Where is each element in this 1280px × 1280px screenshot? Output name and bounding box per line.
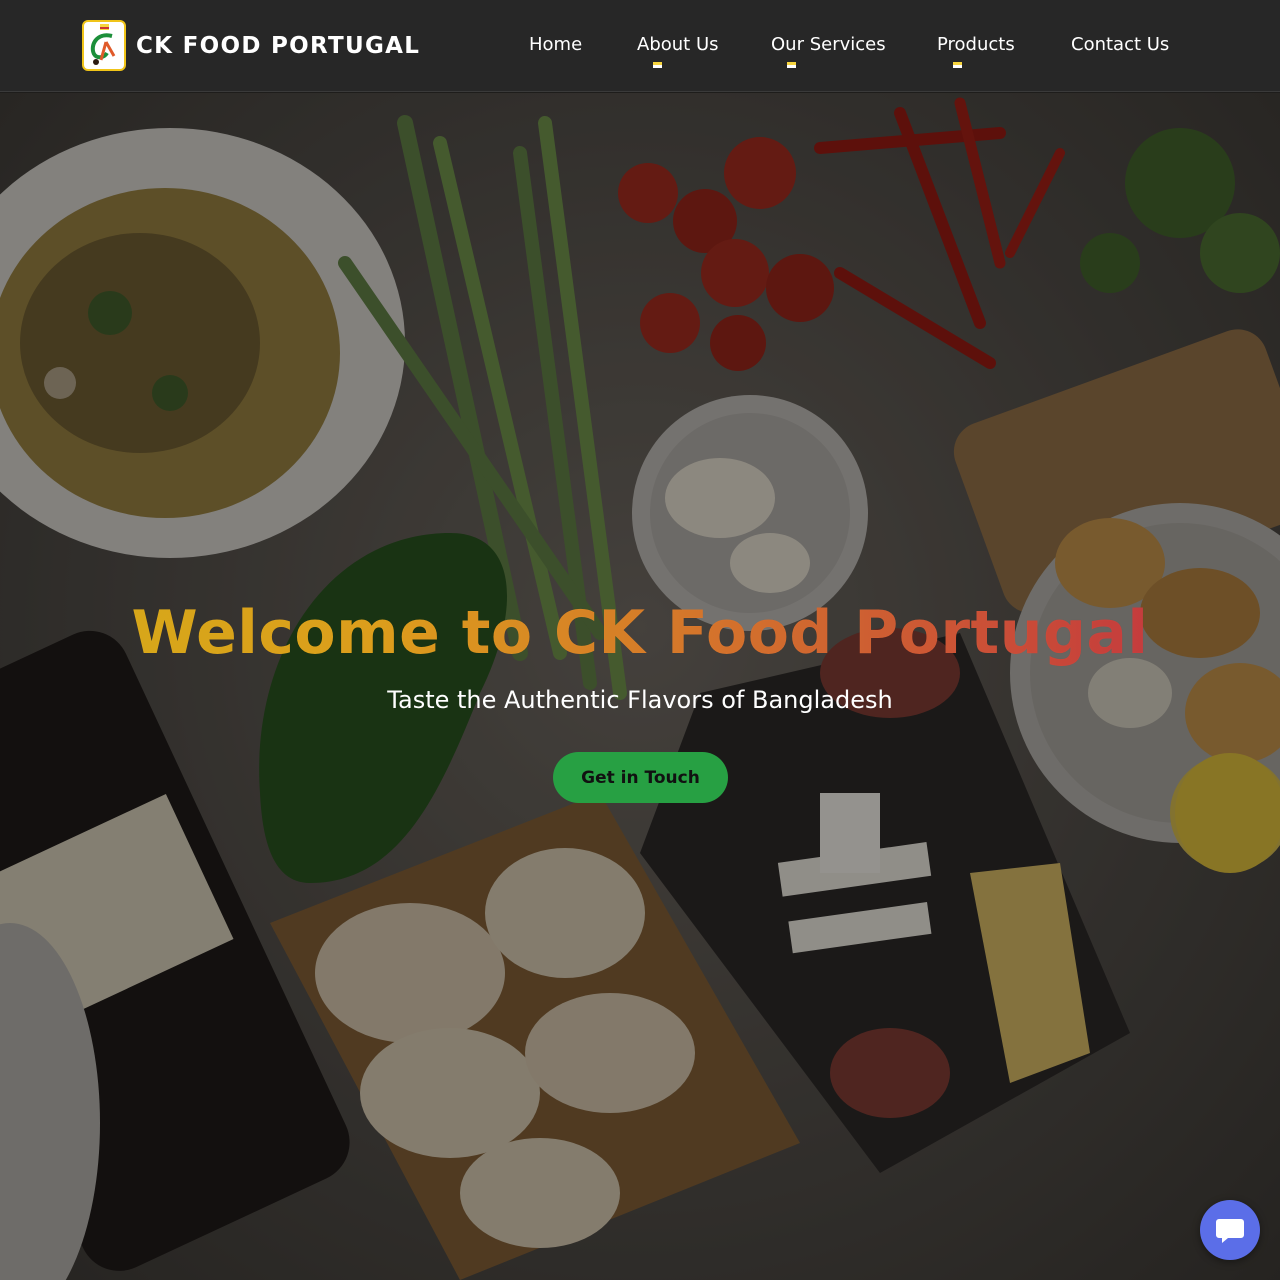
flag-icon: [787, 62, 796, 68]
flag-icon: [653, 62, 662, 68]
nav-our-services[interactable]: Our Services: [771, 34, 886, 55]
main-nav: Home About Us Our Services Products Cont…: [0, 0, 1280, 92]
chat-widget-button[interactable]: [1200, 1200, 1260, 1260]
chat-bubble-icon: [1216, 1219, 1244, 1243]
flag-icon: [953, 62, 962, 68]
site-header: CK FOOD PORTUGAL Home About Us Our Servi…: [0, 0, 1280, 92]
hero-title: Welcome to CK Food Portugal: [0, 598, 1280, 668]
hero-subtitle: Taste the Authentic Flavors of Banglades…: [387, 686, 893, 714]
nav-home[interactable]: Home: [529, 34, 582, 55]
nav-about-us[interactable]: About Us: [637, 34, 719, 55]
nav-products[interactable]: Products: [937, 34, 1015, 55]
nav-contact-us[interactable]: Contact Us: [1071, 34, 1169, 55]
get-in-touch-button[interactable]: Get in Touch: [553, 752, 728, 803]
